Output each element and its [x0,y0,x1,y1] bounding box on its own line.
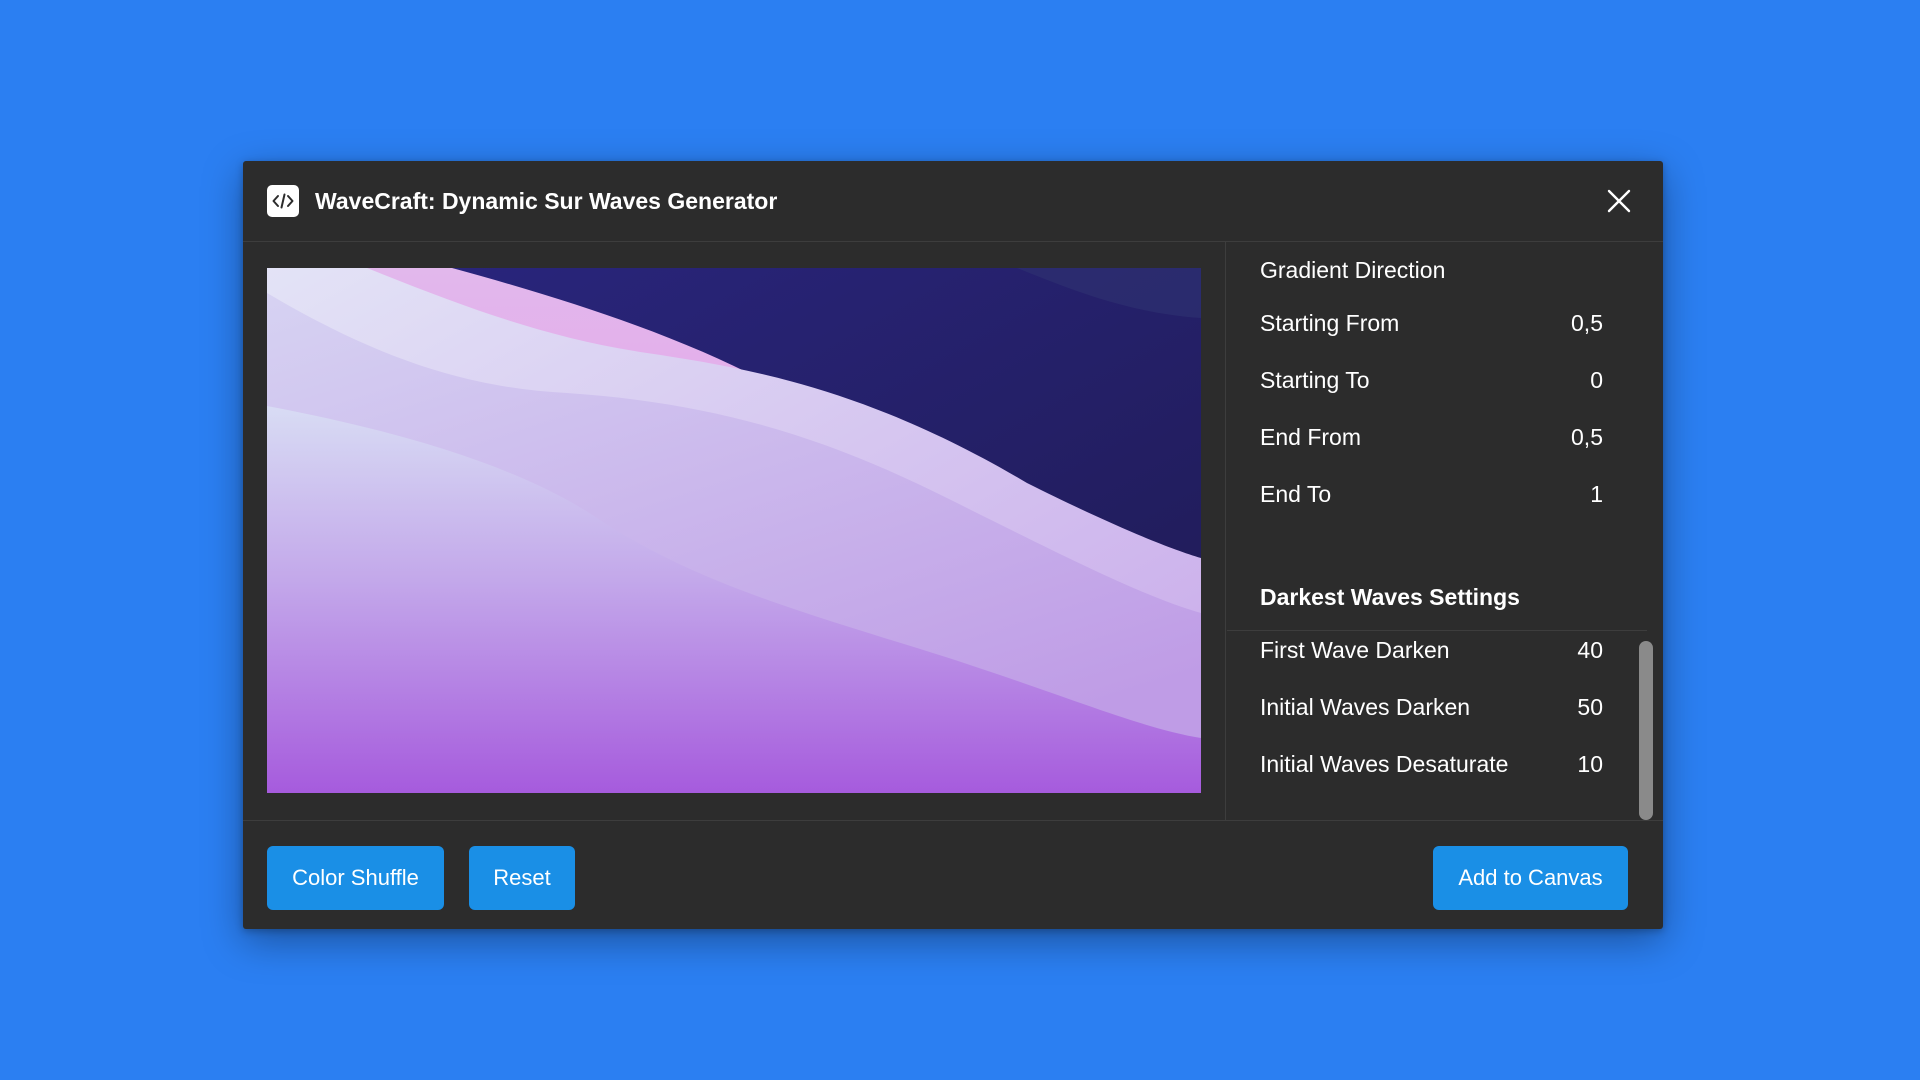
setting-end-from[interactable]: End From 0,5 [1260,417,1603,457]
setting-label: Starting To [1260,366,1370,393]
color-shuffle-button[interactable]: Color Shuffle [267,846,444,910]
setting-label: End From [1260,423,1361,450]
wave-preview [267,268,1201,793]
setting-value[interactable]: 10 [1577,751,1603,778]
setting-starting-from[interactable]: Starting From 0,5 [1260,303,1603,343]
reset-button[interactable]: Reset [469,846,575,910]
setting-value[interactable]: 1 [1590,481,1603,508]
code-icon [267,185,299,217]
setting-label: End To [1260,480,1332,507]
setting-first-wave-darken[interactable]: First Wave Darken 40 [1260,630,1603,670]
footer-bar: Color Shuffle Reset Add to Canvas [243,820,1663,929]
close-icon[interactable] [1599,181,1639,221]
darkest-waves-heading: Darkest Waves Settings [1260,584,1520,610]
setting-initial-waves-darken[interactable]: Initial Waves Darken 50 [1260,687,1603,727]
scrollbar-thumb[interactable] [1639,641,1653,820]
gradient-direction-heading: Gradient Direction [1260,257,1446,283]
add-to-canvas-button[interactable]: Add to Canvas [1433,846,1628,910]
setting-value[interactable]: 0,5 [1571,310,1603,337]
setting-label: First Wave Darken [1260,636,1450,663]
settings-panel: Gradient Direction Starting From 0,5 Sta… [1227,242,1663,820]
setting-starting-to[interactable]: Starting To 0 [1260,360,1603,400]
window-title: WaveCraft: Dynamic Sur Waves Generator [315,188,778,214]
setting-end-to[interactable]: End To 1 [1260,474,1603,514]
setting-value[interactable]: 40 [1577,637,1603,664]
wave-generator-dialog: WaveCraft: Dynamic Sur Waves Generator G… [243,161,1663,929]
setting-value[interactable]: 0,5 [1571,424,1603,451]
title-bar: WaveCraft: Dynamic Sur Waves Generator [243,161,1663,242]
setting-label: Initial Waves Darken [1260,693,1471,720]
setting-initial-waves-desaturate[interactable]: Initial Waves Desaturate 10 [1260,744,1603,784]
setting-label: Initial Waves Desaturate [1260,750,1509,777]
preview-pane [243,242,1226,820]
setting-value[interactable]: 0 [1590,367,1603,394]
setting-label: Starting From [1260,309,1400,336]
setting-value[interactable]: 50 [1577,694,1603,721]
